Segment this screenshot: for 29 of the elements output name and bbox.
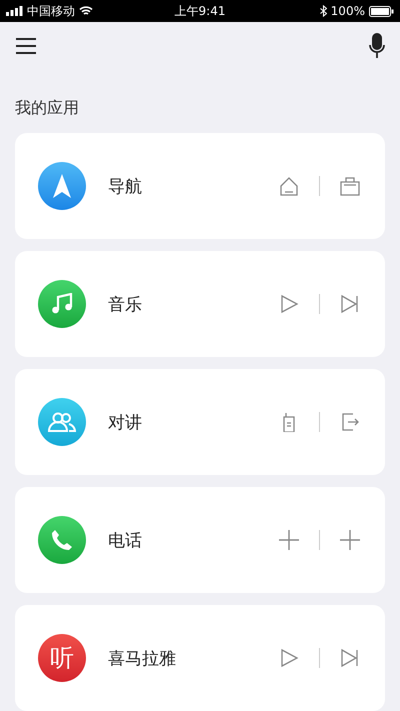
plus-button[interactable]: [340, 530, 360, 550]
carrier-name: 中国移动: [27, 2, 75, 20]
app-logo: 听: [38, 634, 86, 682]
play-button[interactable]: [279, 648, 299, 668]
plus-button[interactable]: [279, 530, 299, 550]
briefcase-button[interactable]: [340, 176, 360, 196]
music-app-icon: [38, 280, 86, 328]
wifi-icon: [79, 6, 93, 16]
section-title: 我的应用: [15, 97, 80, 119]
skip-next-button[interactable]: [340, 294, 360, 314]
skip-next-button[interactable]: [340, 648, 360, 668]
navigation-app-icon: [38, 162, 86, 210]
house-button[interactable]: [279, 176, 299, 196]
app-name: 音乐: [108, 294, 143, 316]
exit-button[interactable]: [340, 412, 360, 432]
clock-time: 上午9:41: [174, 4, 226, 18]
play-button[interactable]: [279, 294, 299, 314]
microphone-button[interactable]: [369, 33, 385, 59]
signal-icon: [6, 6, 23, 16]
bluetooth-icon: [320, 5, 327, 17]
phone-app-icon: [38, 516, 86, 564]
app-name: 对讲: [108, 412, 143, 434]
battery-percent: 100%: [330, 4, 365, 18]
app-name: 电话: [108, 530, 143, 552]
app-name: 喜马拉雅: [108, 648, 177, 670]
menu-button[interactable]: [15, 37, 37, 55]
app-name: 导航: [108, 176, 143, 198]
intercom-app-icon: [38, 398, 86, 446]
battery-icon: [368, 6, 394, 16]
